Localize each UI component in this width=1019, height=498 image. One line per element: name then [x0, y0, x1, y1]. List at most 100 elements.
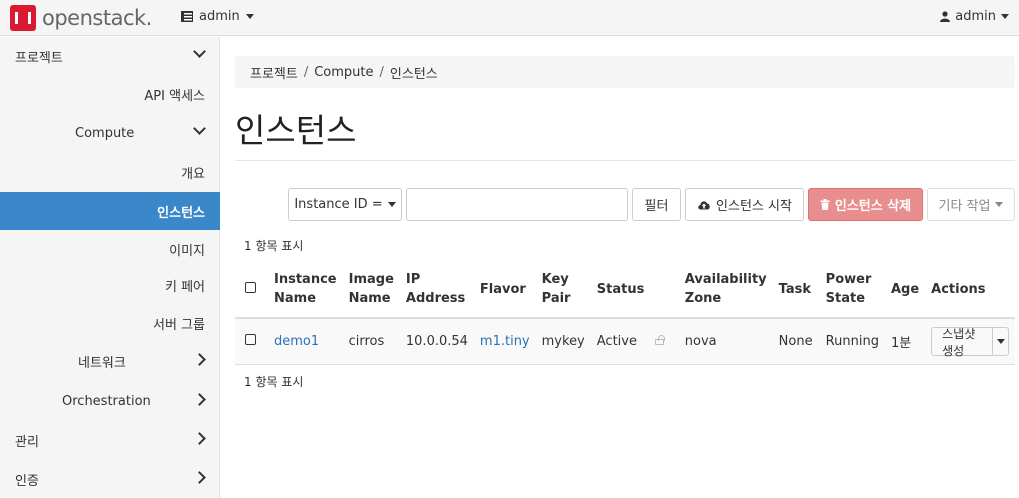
- caret-down-icon: [1001, 14, 1009, 19]
- breadcrumb: 프로젝트 / Compute / 인스턴스: [235, 56, 1015, 88]
- flavor-link[interactable]: m1.tiny: [480, 334, 530, 349]
- page-title: 인스턴스: [235, 111, 357, 150]
- sidebar-item-label: 인증: [15, 473, 39, 489]
- project-switcher[interactable]: admin: [181, 9, 254, 24]
- openstack-logo-icon: [10, 5, 36, 31]
- more-actions-button[interactable]: 기타 작업: [927, 188, 1015, 221]
- caret-down-icon: [995, 202, 1004, 207]
- sidebar-item-label: Compute: [75, 125, 135, 141]
- sidebar-item-orchestration[interactable]: Orchestration: [0, 382, 220, 420]
- launch-instance-button[interactable]: 인스턴스 시작: [685, 188, 804, 221]
- chevron-down-icon: [193, 45, 206, 58]
- col-instance-name[interactable]: Instance Name: [268, 261, 343, 319]
- sidebar-item-overview[interactable]: 개요: [0, 153, 220, 191]
- status-cell: Active: [590, 318, 679, 365]
- col-flavor[interactable]: Flavor: [473, 261, 536, 319]
- ip-address-cell: 10.0.0.54: [399, 318, 474, 365]
- openstack-logo[interactable]: openstack.: [10, 5, 152, 31]
- user-name: admin: [955, 9, 996, 24]
- sidebar-item-key-pairs[interactable]: 키 페어: [0, 266, 220, 304]
- filter-input[interactable]: [406, 188, 628, 221]
- sidebar-item-label: 개요: [181, 166, 205, 182]
- filter-field-label: Instance ID =: [294, 197, 383, 212]
- sidebar-item-server-groups[interactable]: 서버 그룹: [0, 304, 220, 342]
- sidebar-item-instances[interactable]: 인스턴스: [0, 192, 220, 230]
- sidebar-item-label: Orchestration: [62, 393, 151, 409]
- more-actions-label: 기타 작업: [938, 199, 991, 214]
- select-all-checkbox[interactable]: [245, 281, 256, 293]
- trash-icon: [820, 199, 830, 210]
- chevron-right-icon: [193, 353, 206, 366]
- sidebar-item-label: API 액세스: [144, 88, 205, 104]
- row-select-cell: [235, 318, 268, 365]
- sidebar-item-compute[interactable]: Compute: [0, 114, 220, 152]
- availability-zone-cell: nova: [678, 318, 773, 365]
- sidebar-item-label: 네트워크: [78, 355, 126, 371]
- col-age[interactable]: Age: [884, 261, 926, 319]
- task-cell: None: [772, 318, 820, 365]
- power-state-cell: Running: [819, 318, 885, 365]
- col-task[interactable]: Task: [772, 261, 820, 319]
- instances-table: Instance Name Image Name IP Address Flavor …: [235, 261, 1015, 365]
- row-actions-button-group: 스냅샷 생성: [931, 327, 1009, 358]
- table-toolbar: Instance ID = 필터 인스턴스 시작 인스턴스 삭제 기타 작업: [288, 188, 1015, 221]
- sidebar-item-network[interactable]: 네트워크: [0, 342, 220, 380]
- flavor-cell: m1.tiny: [473, 318, 536, 365]
- brand-name: openstack.: [42, 6, 152, 30]
- row-checkbox[interactable]: [245, 333, 256, 345]
- sidebar-item-label: 프로젝트: [15, 50, 63, 66]
- sidebar-item-label: 키 페어: [164, 279, 205, 295]
- sidebar-item-label: 서버 그룹: [153, 317, 205, 333]
- sidebar-item-images[interactable]: 이미지: [0, 230, 220, 268]
- caret-down-icon: [996, 339, 1005, 344]
- launch-instance-label: 인스턴스 시작: [716, 199, 792, 214]
- breadcrumb-separator: /: [379, 64, 384, 80]
- user-menu[interactable]: admin: [940, 9, 1009, 24]
- table-header-row: Instance Name Image Name IP Address Flavor …: [235, 261, 1015, 319]
- cloud-upload-icon: [698, 201, 710, 210]
- caret-down-icon: [387, 202, 396, 207]
- sidebar-item-api-access[interactable]: API 액세스: [0, 75, 220, 113]
- breadcrumb-separator: /: [303, 64, 309, 80]
- top-navbar: openstack. admin admin: [0, 0, 1019, 36]
- delete-instances-button[interactable]: 인스턴스 삭제: [808, 188, 923, 221]
- breadcrumb-instances: 인스턴스: [389, 66, 438, 82]
- actions-cell: 스냅샷 생성: [925, 318, 1015, 365]
- col-actions: Actions: [925, 261, 1015, 319]
- col-image-name[interactable]: Image Name: [342, 261, 400, 319]
- sidebar-item-admin[interactable]: 관리: [0, 421, 220, 459]
- instance-name-link[interactable]: demo1: [274, 334, 319, 349]
- col-key-pair[interactable]: Key Pair: [535, 261, 591, 319]
- filter-field-select[interactable]: Instance ID =: [288, 188, 402, 221]
- chevron-right-icon: [193, 393, 206, 406]
- filter-button-label: 필터: [644, 199, 669, 214]
- sidebar-item-label: 인스턴스: [157, 205, 205, 221]
- delete-instances-label: 인스턴스 삭제: [834, 199, 912, 214]
- col-status[interactable]: Status: [590, 261, 679, 319]
- sidebar-item-project[interactable]: 프로젝트: [0, 37, 220, 75]
- chevron-right-icon: [193, 432, 206, 445]
- user-icon: [940, 11, 951, 22]
- col-ip-address[interactable]: IP Address: [399, 261, 474, 319]
- key-pair-cell: mykey: [535, 318, 591, 365]
- item-count: 1 항목 표시: [244, 239, 304, 253]
- col-availability-zone[interactable]: Availability Zone: [678, 261, 773, 319]
- breadcrumb-compute[interactable]: Compute: [314, 65, 373, 80]
- age-cell: 1분: [884, 318, 926, 365]
- divider: [235, 160, 1015, 161]
- chevron-down-icon: [193, 122, 206, 135]
- list-icon: [181, 11, 193, 22]
- row-actions-dropdown[interactable]: [993, 328, 1008, 355]
- sidebar: 프로젝트 API 액세스 Compute 개요 인스턴스 이미지 키 페어 서버…: [0, 37, 220, 498]
- col-power-state[interactable]: Power State: [819, 261, 885, 319]
- create-snapshot-button[interactable]: 스냅샷 생성: [932, 327, 994, 358]
- breadcrumb-project[interactable]: 프로젝트: [250, 63, 298, 82]
- sidebar-item-identity[interactable]: 인증: [0, 460, 220, 498]
- table-row: demo1 cirros 10.0.0.54 m1.tiny mykey Act…: [235, 318, 1015, 365]
- sidebar-item-label: 이미지: [169, 243, 205, 259]
- filter-button[interactable]: 필터: [632, 188, 681, 221]
- unlock-icon: [654, 334, 665, 345]
- chevron-right-icon: [193, 471, 206, 484]
- select-all-cell: [235, 261, 268, 319]
- sidebar-item-label: 관리: [15, 434, 39, 450]
